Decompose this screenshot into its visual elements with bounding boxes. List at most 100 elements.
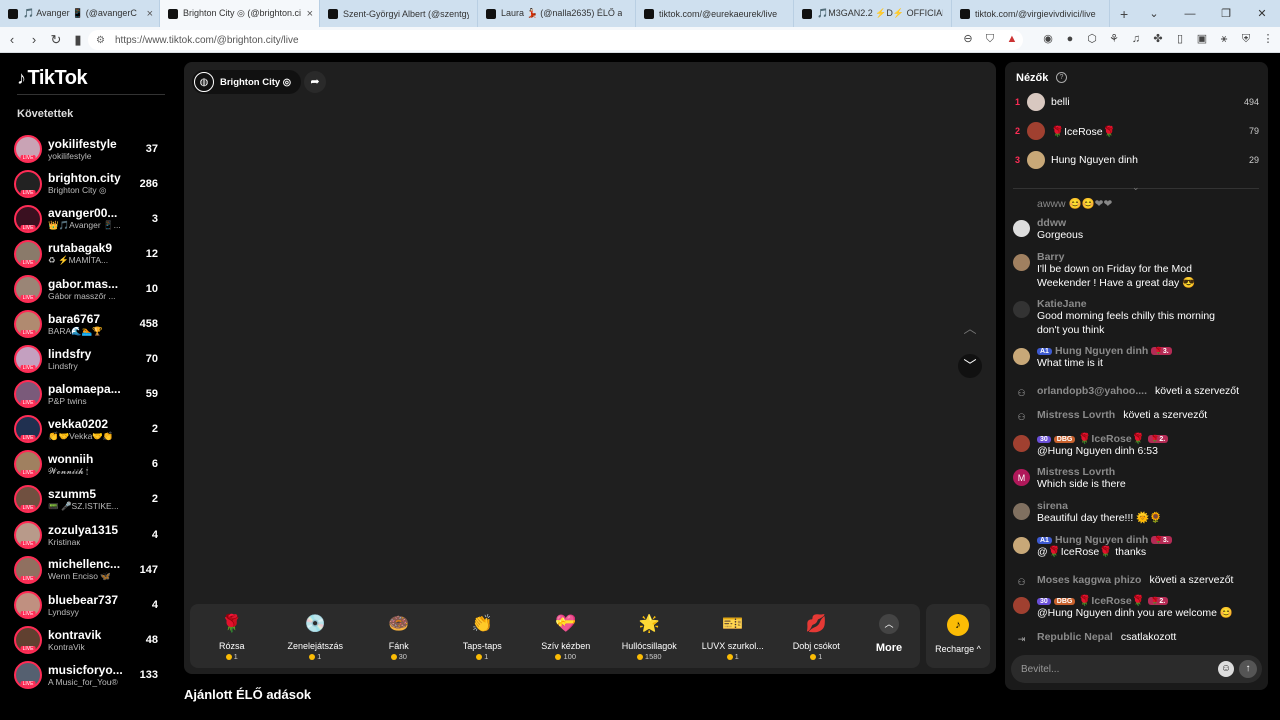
- following-item[interactable]: LIVE zozulya1315 Kristinaк 4: [14, 517, 164, 552]
- coin-icon: [810, 653, 817, 660]
- following-item[interactable]: LIVE vekka0202 👏🤝Vekka🤝👏 2: [14, 412, 164, 447]
- avatar: LIVE: [14, 520, 42, 549]
- chevron-up-icon: ︿: [879, 614, 899, 634]
- site-settings-icon[interactable]: ⚙: [96, 35, 105, 46]
- top-viewer-item[interactable]: 3 Hung Nguyen dinh 29: [1015, 150, 1259, 170]
- coin-icon: [476, 653, 483, 660]
- browser-tab[interactable]: Szent-Györgyi Albert (@szentgya1: [320, 0, 478, 27]
- chat-message: sirena Beautiful day there!!! 🌞🌻: [1013, 500, 1263, 526]
- previous-live-icon[interactable]: ︿: [958, 317, 982, 341]
- close-tab-icon[interactable]: ×: [147, 8, 153, 20]
- music-icon[interactable]: ♫: [1128, 31, 1144, 47]
- following-item[interactable]: LIVE szumm5 📟 🎤SZ.ISTIKE... 2: [14, 482, 164, 517]
- recharge-button[interactable]: ♪ Recharge ^: [926, 604, 990, 668]
- avatar: LIVE: [14, 239, 42, 268]
- minimize-icon[interactable]: —: [1172, 8, 1208, 20]
- avatar: LIVE: [14, 204, 42, 233]
- extension-icon[interactable]: ⬡: [1084, 31, 1100, 47]
- browser-tab[interactable]: tiktok.com/@virgievivdivici/live: [952, 0, 1110, 27]
- brave-rewards-icon[interactable]: ▲: [1004, 31, 1020, 47]
- avatar: [1027, 122, 1045, 140]
- following-item[interactable]: LIVE palomaepa... P&P twins 59: [14, 377, 164, 412]
- chat-message: 30 DBG 🌹IceRose🌹 🌹2. @Hung Nguyen dinh you …: [1013, 594, 1263, 621]
- following-item[interactable]: LIVE avanger00... 👑🎵Avanger 📱... 3: [14, 201, 164, 236]
- following-item[interactable]: LIVE bluebear737 Lyndsyy 4: [14, 587, 164, 622]
- level-badge: 30: [1037, 598, 1051, 605]
- avatar: LIVE: [14, 345, 42, 374]
- sidebar-icon[interactable]: ▯: [1172, 31, 1188, 47]
- help-icon[interactable]: ?: [1056, 72, 1067, 83]
- share-icon[interactable]: ➦: [304, 71, 326, 93]
- url-field[interactable]: ⚙ https://www.tiktok.com/@brighton.city/…: [88, 30, 1023, 50]
- browser-tab[interactable]: 🎵M3GAN2.2 ⚡D⚡ OFFICIAL (@: [794, 0, 952, 27]
- following-item[interactable]: LIVE brighton.city Brighton City ◎ 286: [14, 166, 164, 201]
- zoom-icon[interactable]: ⊖: [960, 31, 976, 47]
- emoji-icon[interactable]: ☺: [1218, 661, 1234, 677]
- gift-item[interactable]: 💋 Dobj csókot 1: [775, 604, 859, 668]
- avatar: [1013, 537, 1030, 554]
- extension-icon[interactable]: ◉: [1040, 31, 1056, 47]
- extension-icon[interactable]: ⚘: [1106, 31, 1122, 47]
- coin-icon: [555, 653, 562, 660]
- vpn-icon[interactable]: ⚹: [1216, 31, 1232, 47]
- avatar: [1027, 151, 1045, 169]
- close-tab-icon[interactable]: ×: [307, 8, 313, 20]
- following-item[interactable]: LIVE michellenc... Wenn Enciso 🦋 147: [14, 552, 164, 587]
- gift-item[interactable]: 🍩 Fánk 30: [357, 604, 441, 668]
- avatar: [1013, 348, 1030, 365]
- browser-tab[interactable]: 🎵 Avanger 📱 (@avangerC ×: [0, 0, 160, 27]
- live-video-player[interactable]: ◍ Brighton City ◎ ➦ ︿ ﹀ 🌹 Rózsa 1 💿 Zenelej…: [184, 62, 996, 674]
- heart-in-hand-icon: 💝: [555, 614, 577, 633]
- avatar: LIVE: [14, 555, 42, 584]
- host-info[interactable]: ◍ Brighton City ◎: [192, 70, 302, 94]
- gift-item[interactable]: 🎫 LUVX szurkol... 1: [691, 604, 775, 668]
- wallet-icon[interactable]: ▣: [1194, 31, 1210, 47]
- browser-tab[interactable]: Laura 💃🏻 (@nalla2635) ÉLŐ a: [478, 0, 636, 27]
- gift-item[interactable]: 💝 Szív kézben 100: [524, 604, 608, 668]
- brave-shield-icon[interactable]: ⛉: [982, 31, 998, 47]
- shield-icon[interactable]: ⛨: [1238, 31, 1254, 47]
- chat-event: ⇥ Republic Nepal csatlakozott: [1013, 628, 1263, 648]
- send-icon[interactable]: ↑: [1239, 660, 1257, 678]
- next-live-icon[interactable]: ﹀: [958, 354, 982, 378]
- gift-item[interactable]: 👏 Taps-taps 1: [441, 604, 525, 668]
- tiktok-logo[interactable]: ♪ TikTok: [17, 67, 88, 90]
- new-tab-icon[interactable]: +: [1110, 6, 1138, 22]
- close-window-icon[interactable]: ✕: [1244, 7, 1280, 20]
- gift-item[interactable]: 💿 Zenelejátszás 1: [274, 604, 358, 668]
- chat-message: A1 Hung Nguyen dinh 🌹3. @🌹IceRose🌹 thanks: [1013, 534, 1263, 560]
- following-item[interactable]: LIVE rutabagak9 ♻ ⚡MAMÍTA... 12: [14, 236, 164, 271]
- maximize-icon[interactable]: ❐: [1208, 7, 1244, 20]
- gift-item[interactable]: 🌟 Hullócsillagok 1580: [608, 604, 692, 668]
- bookmark-icon[interactable]: ▮: [68, 32, 88, 48]
- following-item[interactable]: LIVE wonniih 𝓦𝓸𝓷𝓷𝓲𝓲𝓱 🕯 6: [14, 447, 164, 482]
- forward-icon[interactable]: ›: [24, 32, 44, 47]
- top-viewer-item[interactable]: 1 belli 494: [1015, 92, 1259, 112]
- back-icon[interactable]: ‹: [2, 32, 22, 47]
- extension-icon[interactable]: ●: [1062, 31, 1078, 47]
- tiktok-favicon-icon: [644, 8, 654, 19]
- chevron-down-icon[interactable]: ⌄: [1136, 7, 1172, 20]
- following-item[interactable]: LIVE lindsfry Lindsfry 70: [14, 342, 164, 377]
- following-item[interactable]: LIVE kontravik KontraVik 48: [14, 622, 164, 657]
- browser-tab-active[interactable]: Brighton City ◎ (@brighton.ci ×: [160, 0, 320, 27]
- following-item[interactable]: LIVE musicforyo... A Music_for_You® 133: [14, 657, 164, 692]
- reload-icon[interactable]: ↻: [46, 32, 66, 48]
- following-item[interactable]: LIVE bara6767 BARA🌊🏊🏆 458: [14, 306, 164, 341]
- following-title: Követettek: [17, 108, 74, 120]
- puzzle-icon[interactable]: ✤: [1150, 31, 1166, 47]
- level-badge: 30: [1037, 436, 1051, 443]
- rank-badge: 🌹3.: [1151, 347, 1172, 355]
- browser-tab[interactable]: tiktok.com/@eurekaeurek/live: [636, 0, 794, 27]
- menu-icon[interactable]: ⋮: [1260, 31, 1276, 47]
- gift-item[interactable]: 🌹 Rózsa 1: [190, 604, 274, 668]
- live-badge: LIVE: [20, 259, 36, 266]
- following-item[interactable]: LIVE gabor.mas... Gábor masszőr ... 10: [14, 271, 164, 306]
- more-gifts-button[interactable]: ︿ More: [858, 604, 920, 668]
- follow-user-icon: ⚇: [1017, 412, 1026, 422]
- chat-message: Barry I'll be down on Friday for the Mod …: [1013, 251, 1263, 290]
- chat-input[interactable]: [1021, 663, 1211, 675]
- avatar: [1013, 597, 1030, 614]
- top-viewer-item[interactable]: 2 🌹IceRose🌹 79: [1015, 121, 1259, 141]
- following-item[interactable]: LIVE yokilifestyle yokilifestyle 37: [14, 131, 164, 166]
